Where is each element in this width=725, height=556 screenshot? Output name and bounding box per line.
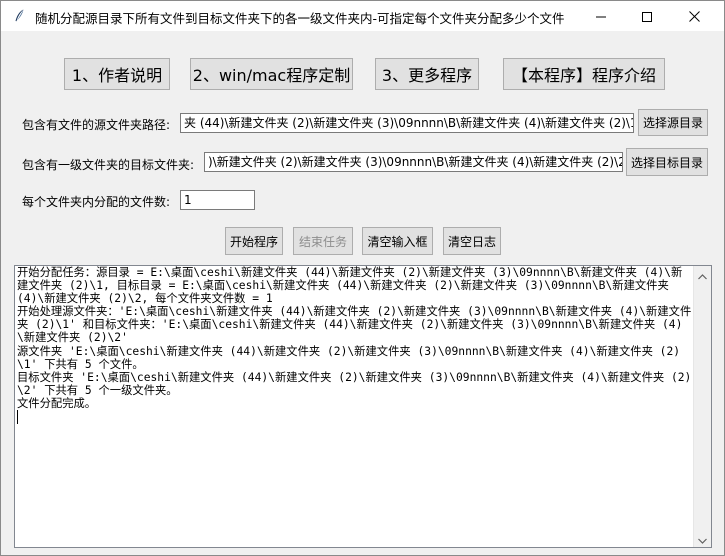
maximize-button[interactable]: [624, 1, 670, 31]
app-window: 随机分配源目录下所有文件到目标文件夹下的各一级文件夹内-可指定每个文件夹分配多少…: [0, 0, 725, 556]
feather-icon: [11, 8, 27, 24]
author-info-button[interactable]: 1、作者说明: [64, 58, 170, 90]
log-scrollbar[interactable]: [693, 266, 711, 547]
text-caret: [17, 410, 18, 424]
source-path-label: 包含有文件的源文件夹路径:: [22, 118, 171, 132]
title-bar[interactable]: 随机分配源目录下所有文件到目标文件夹下的各一级文件夹内-可指定每个文件夹分配多少…: [1, 1, 724, 31]
scroll-track[interactable]: [694, 283, 711, 530]
start-button[interactable]: 开始程序: [225, 227, 283, 255]
files-per-folder-label: 每个文件夹内分配的文件数:: [22, 195, 171, 209]
log-content: 开始分配任务：源目录 = E:\桌面\ceshi\新建文件夹 (44)\新建文件…: [17, 266, 692, 410]
target-path-input[interactable]: )\新建文件夹 (2)\新建文件夹 (3)\09nnnn\B\新建文件夹 (4)…: [204, 152, 623, 172]
source-path-input[interactable]: 夹 (44)\新建文件夹 (2)\新建文件夹 (3)\09nnnn\B\新建文件…: [180, 113, 634, 133]
scroll-down-button[interactable]: [694, 530, 711, 547]
more-programs-button[interactable]: 3、更多程序: [375, 58, 479, 90]
minimize-button[interactable]: [578, 1, 624, 31]
log-textarea[interactable]: 开始分配任务：源目录 = E:\桌面\ceshi\新建文件夹 (44)\新建文件…: [14, 265, 712, 548]
minimize-icon: [596, 7, 606, 26]
program-intro-button[interactable]: 【本程序】程序介绍: [503, 58, 665, 90]
close-button[interactable]: [671, 1, 717, 31]
clear-log-button[interactable]: 清空日志: [443, 227, 501, 255]
select-source-button[interactable]: 选择源目录: [638, 109, 708, 136]
maximize-icon: [642, 7, 652, 26]
custom-program-button[interactable]: 2、win/mac程序定制: [190, 58, 353, 90]
chevron-down-icon: [698, 529, 707, 547]
chevron-up-icon: [698, 266, 707, 284]
window-title: 随机分配源目录下所有文件到目标文件夹下的各一级文件夹内-可指定每个文件夹分配多少…: [35, 11, 565, 26]
target-path-label: 包含有一级文件夹的目标文件夹:: [22, 158, 195, 172]
select-target-button[interactable]: 选择目标目录: [626, 148, 708, 176]
stop-task-button[interactable]: 结束任务: [293, 227, 353, 255]
clear-input-button[interactable]: 清空输入框: [362, 227, 433, 255]
scroll-up-button[interactable]: [694, 266, 711, 283]
close-icon: [688, 7, 700, 26]
files-per-folder-input[interactable]: 1: [180, 190, 255, 210]
